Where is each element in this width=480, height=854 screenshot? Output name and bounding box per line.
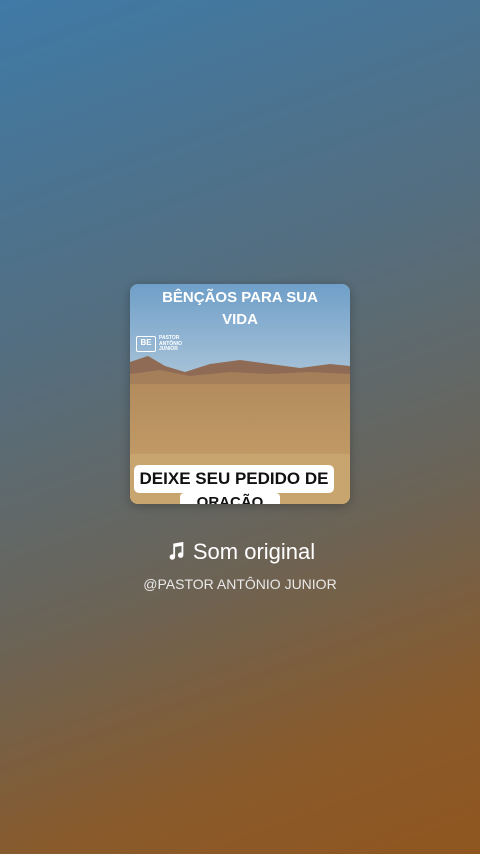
logo-text-line-3: JUNIOR: [159, 346, 178, 352]
video-title-caption: BÊNÇÃOS PARA SUA VIDA: [130, 284, 350, 330]
video-thumbnail-card[interactable]: BÊNÇÃOS PARA SUA VIDA BE PASTOR ANTÔNIO …: [130, 284, 350, 504]
music-note-icon: [169, 541, 184, 560]
sound-title: Som original: [192, 539, 316, 564]
author-handle[interactable]: @PASTOR ANTÔNIO JUNIOR: [0, 574, 480, 594]
logo-text: PASTOR ANTÔNIO JUNIOR: [159, 335, 182, 353]
channel-logo: BE PASTOR ANTÔNIO JUNIOR: [136, 335, 182, 353]
prayer-request-caption-cut: ORAÇÃO: [180, 493, 280, 504]
sound-label[interactable]: Som original: [0, 536, 480, 568]
logo-mark: BE: [136, 336, 156, 353]
caption-line-2: VIDA: [222, 311, 258, 328]
caption-line-1: BÊNÇÃOS PARA SUA: [162, 289, 318, 306]
prayer-request-caption: DEIXE SEU PEDIDO DE: [134, 465, 334, 493]
